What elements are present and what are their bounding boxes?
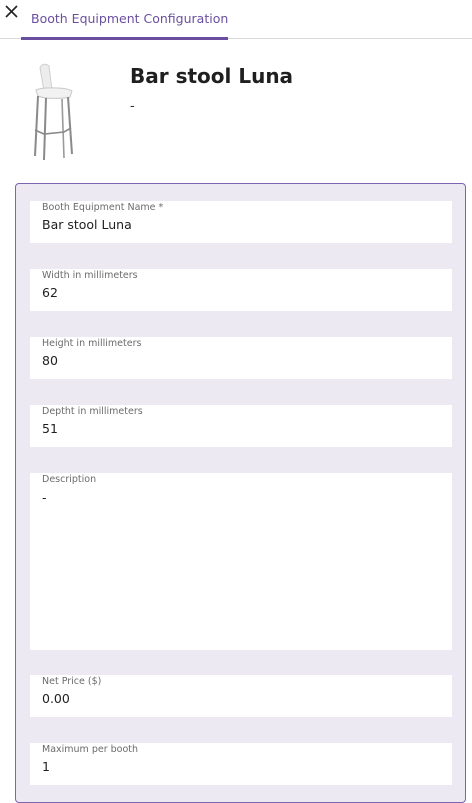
field-label: Width in millimeters	[42, 270, 138, 281]
height-field[interactable]: Height in millimeters 80	[30, 337, 452, 379]
tab-label: Booth Equipment Configuration	[31, 11, 229, 26]
net-price-field[interactable]: Net Price ($) 0.00	[30, 675, 452, 717]
width-field[interactable]: Width in millimeters 62	[30, 269, 452, 311]
tab-booth-equipment-configuration[interactable]: Booth Equipment Configuration	[21, 0, 229, 40]
equipment-form-panel: Booth Equipment Name * Bar stool Luna Wi…	[15, 183, 466, 803]
product-subtitle: -	[130, 99, 135, 114]
product-title: Bar stool Luna	[130, 64, 294, 88]
field-label: Booth Equipment Name *	[42, 202, 164, 213]
field-label: Height in millimeters	[42, 338, 142, 349]
bar-stool-image	[22, 60, 98, 164]
field-value: -	[42, 490, 47, 505]
field-label: Description	[42, 474, 97, 485]
booth-equipment-name-field[interactable]: Booth Equipment Name * Bar stool Luna	[30, 201, 452, 243]
maximum-per-booth-field[interactable]: Maximum per booth 1	[30, 743, 452, 785]
description-field[interactable]: Description -	[30, 473, 452, 650]
depth-field[interactable]: Deptht in millimeters 51	[30, 405, 452, 447]
field-label: Maximum per booth	[42, 744, 139, 755]
field-value: 51	[42, 421, 58, 436]
active-tab-indicator	[21, 37, 228, 40]
field-value: 80	[42, 353, 58, 368]
field-label: Net Price ($)	[42, 676, 102, 687]
field-label: Deptht in millimeters	[42, 406, 143, 417]
field-value: 62	[42, 285, 58, 300]
top-bar: Booth Equipment Configuration	[0, 0, 472, 40]
field-value: 0.00	[42, 691, 70, 706]
close-icon[interactable]	[3, 3, 21, 21]
field-value: Bar stool Luna	[42, 217, 132, 232]
field-value: 1	[42, 759, 50, 774]
